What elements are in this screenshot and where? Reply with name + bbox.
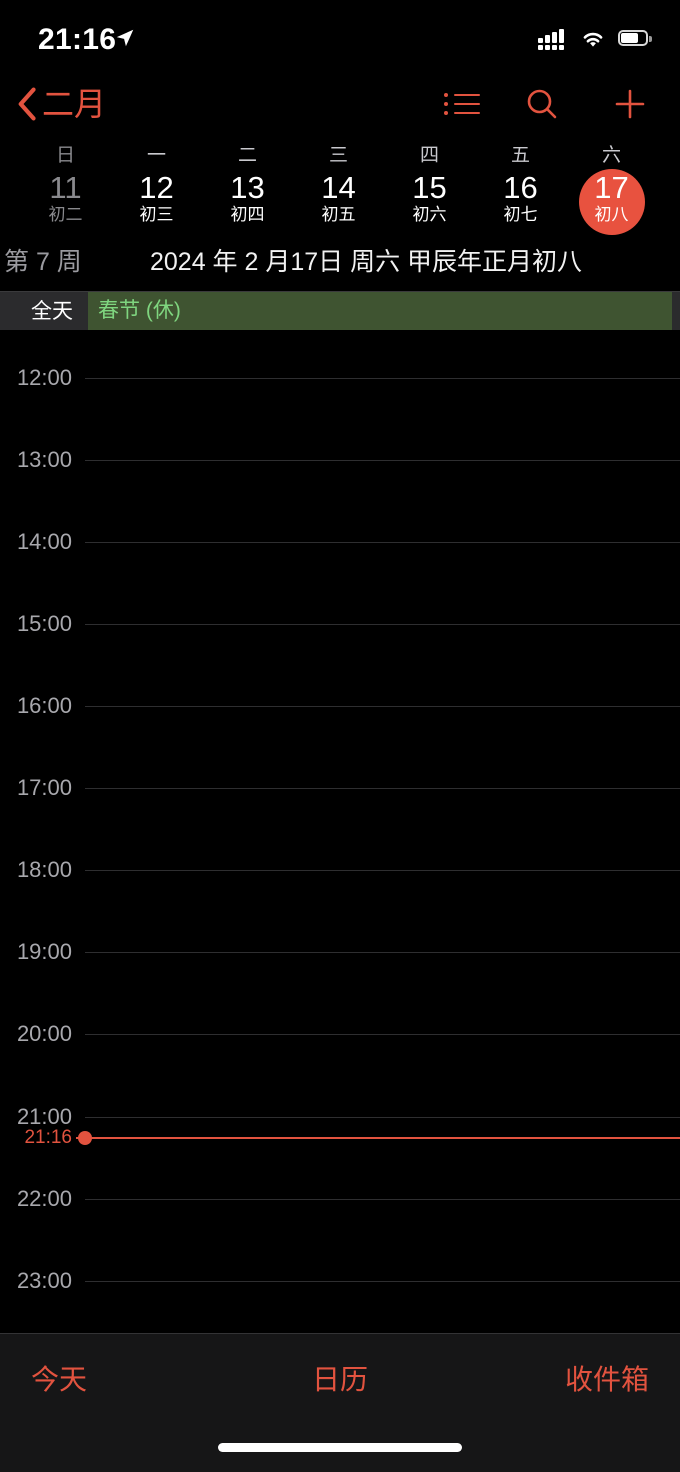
hour-label: 17:00 [16, 775, 72, 800]
status-bar: 21:16 [0, 0, 680, 72]
hour-label: 20:00 [16, 1021, 72, 1046]
day-number: 14 [321, 170, 356, 205]
hour-label: 12:00 [16, 365, 72, 390]
status-bar-indicators [538, 26, 652, 52]
hour-gridline [85, 1281, 680, 1282]
lunar-date-label: 初六 [412, 205, 447, 224]
week-day-15[interactable]: 四 15 初六 [384, 138, 475, 226]
day-number: 15 [412, 170, 447, 205]
hour-label: 23:00 [16, 1268, 72, 1293]
hour-gridline [85, 1034, 680, 1035]
weekday-label: 二 [237, 145, 257, 166]
weekday-label: 五 [510, 145, 530, 166]
week-day-16[interactable]: 五 16 初七 [475, 138, 566, 226]
back-to-month-button[interactable]: 二月 [16, 78, 106, 130]
hour-row[interactable]: 23:00 [0, 1270, 680, 1292]
hour-row[interactable]: 18:00 [0, 859, 680, 881]
week-day-13[interactable]: 二 13 初四 [202, 138, 293, 226]
cellular-signal-icon [538, 28, 568, 50]
current-time-line [90, 1137, 680, 1139]
hour-row[interactable]: 12:00 [0, 367, 680, 389]
hour-row[interactable]: 13:00 [0, 449, 680, 471]
weekday-label: 一 [146, 145, 166, 166]
hour-gridline [85, 542, 680, 543]
day-number: 17 [594, 170, 629, 205]
chevron-left-icon [18, 87, 36, 121]
bottom-toolbar: 今天 日历 收件箱 [0, 1333, 680, 1472]
status-bar-clock: 21:16 [38, 23, 117, 56]
all-day-label: 全天 [31, 300, 73, 323]
hour-label: 18:00 [16, 857, 72, 882]
week-day-17[interactable]: 六 17 初八 [566, 138, 657, 235]
hour-gridline [85, 378, 680, 379]
lunar-date-label: 初二 [48, 205, 83, 224]
weekday-label: 三 [328, 145, 348, 166]
lunar-date-label: 初七 [503, 205, 538, 224]
inbox-button[interactable]: 收件箱 [565, 1356, 649, 1404]
hour-label: 16:00 [16, 693, 72, 718]
hour-gridline [85, 460, 680, 461]
hour-gridline [85, 952, 680, 953]
hour-row[interactable]: 17:00 [0, 777, 680, 799]
lunar-date-label: 初三 [139, 205, 174, 224]
weekday-label: 六 [601, 145, 621, 166]
week-day-14[interactable]: 三 14 初五 [293, 138, 384, 226]
hour-row[interactable]: 15:00 [0, 613, 680, 635]
week-day-12[interactable]: 一 12 初三 [111, 138, 202, 226]
day-timeline-grid[interactable]: 12:00 13:00 14:00 15:00 16:00 17:00 18:00 19:00… [0, 330, 680, 1333]
full-date-label: 2024 年 2 月17日 周六 甲辰年正月初八 [150, 248, 583, 276]
hour-row[interactable]: 16:00 [0, 695, 680, 717]
lunar-date-label: 初八 [594, 205, 629, 224]
hour-label: 21:00 [16, 1104, 72, 1129]
hour-label: 13:00 [16, 447, 72, 472]
hour-gridline [85, 788, 680, 789]
hour-gridline [85, 870, 680, 871]
hour-row[interactable]: 19:00 [0, 941, 680, 963]
day-number: 11 [49, 170, 82, 205]
list-view-icon [444, 91, 480, 117]
battery-icon [618, 30, 652, 48]
weekday-label: 四 [419, 145, 439, 166]
hour-label: 19:00 [16, 939, 72, 964]
hour-gridline [85, 624, 680, 625]
back-button-label: 二月 [42, 86, 107, 122]
all-day-events-row: 全天 春节 (休) [0, 291, 680, 330]
weekday-label: 日 [55, 145, 75, 166]
wifi-icon [583, 32, 603, 47]
list-view-button[interactable] [436, 78, 488, 130]
hour-gridline [85, 1117, 680, 1118]
lunar-date-label: 初四 [230, 205, 265, 224]
hour-row[interactable]: 14:00 [0, 531, 680, 553]
hour-gridline [85, 1199, 680, 1200]
home-indicator [218, 1443, 462, 1452]
calendar-day-view-screen: 21:16 二月 日 11 初二 一 12 初三 二 13 初四 三 14 初五… [0, 0, 680, 1472]
add-event-button[interactable] [604, 78, 656, 130]
location-arrow-icon [116, 29, 134, 47]
lunar-date-label: 初五 [321, 205, 356, 224]
hour-label: 22:00 [16, 1186, 72, 1211]
hour-gridline [85, 706, 680, 707]
hour-label: 14:00 [16, 529, 72, 554]
date-info-bar: 第 7 周 2024 年 2 月17日 周六 甲辰年正月初八 [0, 238, 680, 286]
week-day-selector: 日 11 初二 一 12 初三 二 13 初四 三 14 初五 四 15 初六 五 16 初七 六 17 初八 [0, 138, 680, 238]
hour-label: 15:00 [16, 611, 72, 636]
all-day-event-title: 春节 (休) [98, 299, 181, 322]
week-number-label: 第 7 周 [4, 248, 82, 276]
day-number: 13 [230, 170, 265, 205]
all-day-event-item[interactable]: 春节 (休) [88, 292, 672, 330]
search-icon [527, 89, 557, 119]
current-time-label: 21:16 [24, 1127, 72, 1148]
hour-row[interactable]: 20:00 [0, 1023, 680, 1045]
week-day-11[interactable]: 日 11 初二 [20, 138, 111, 226]
day-number: 12 [139, 170, 174, 205]
search-button[interactable] [516, 78, 568, 130]
navigation-bar: 二月 [0, 72, 680, 138]
hour-row[interactable]: 21:00 [0, 1106, 680, 1128]
hour-row[interactable]: 22:00 [0, 1188, 680, 1210]
day-number: 16 [503, 170, 538, 205]
plus-icon [615, 89, 645, 119]
